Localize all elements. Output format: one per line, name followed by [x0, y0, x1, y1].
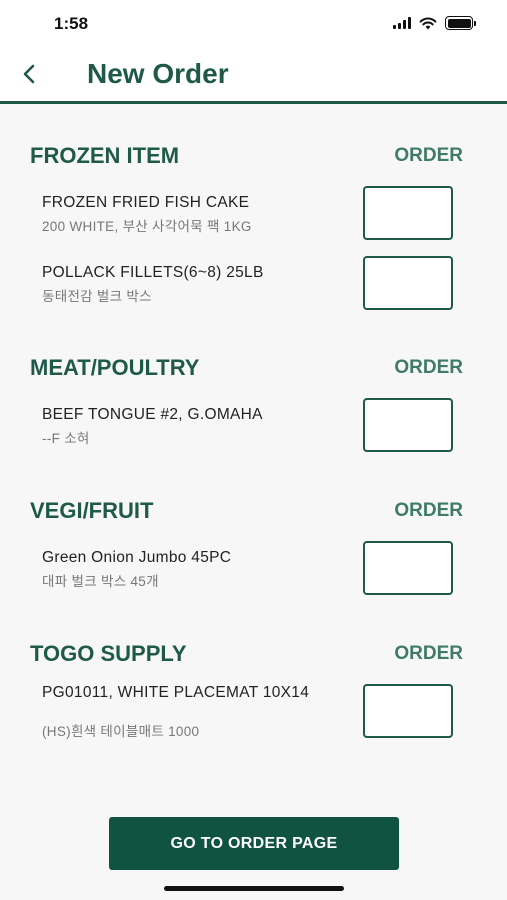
- battery-icon: [445, 16, 476, 30]
- cellular-signal-icon: [393, 17, 411, 29]
- quantity-input[interactable]: [363, 398, 453, 452]
- home-indicator: [164, 886, 344, 891]
- back-button[interactable]: [14, 58, 44, 90]
- wifi-icon: [419, 17, 437, 29]
- quantity-input[interactable]: [363, 684, 453, 738]
- page-title: New Order: [87, 58, 229, 89]
- item-description: (HS)흰색 테이블매트 1000: [42, 724, 200, 739]
- status-time: 1:58: [54, 14, 89, 33]
- order-column-label: ORDER: [394, 145, 463, 166]
- item-description: 200 WHITE, 부산 사각어묵 팩 1KG: [42, 219, 252, 234]
- item-description: --F 소혀: [42, 431, 90, 446]
- section-title: FROZEN ITEM: [30, 143, 180, 168]
- quantity-input[interactable]: [363, 186, 453, 240]
- header: New Order: [0, 50, 507, 104]
- quantity-input[interactable]: [363, 256, 453, 310]
- section-title: TOGO SUPPLY: [30, 641, 187, 666]
- section-title: MEAT/POULTRY: [30, 355, 200, 380]
- order-column-label: ORDER: [394, 643, 463, 664]
- quantity-input[interactable]: [363, 541, 453, 595]
- item-name: PG01011, WHITE PLACEMAT 10X14: [42, 684, 310, 701]
- order-column-label: ORDER: [394, 357, 463, 378]
- go-to-order-page-button[interactable]: GO TO ORDER PAGE: [109, 817, 399, 870]
- order-column-label: ORDER: [394, 500, 463, 521]
- item-description: 동태전감 벌크 박스: [42, 289, 152, 304]
- item-name: FROZEN FRIED FISH CAKE: [42, 194, 250, 211]
- section-title: VEGI/FRUIT: [30, 498, 154, 523]
- status-bar: 1:58: [0, 0, 507, 50]
- item-name: Green Onion Jumbo 45PC: [42, 549, 232, 566]
- chevron-left-icon: [23, 64, 35, 84]
- item-name: BEEF TONGUE #2, G.OMAHA: [42, 406, 263, 423]
- item-description: 대파 벌크 박스 45개: [42, 574, 159, 589]
- status-icons: [393, 16, 476, 30]
- item-name: POLLACK FILLETS(6~8) 25LB: [42, 264, 264, 281]
